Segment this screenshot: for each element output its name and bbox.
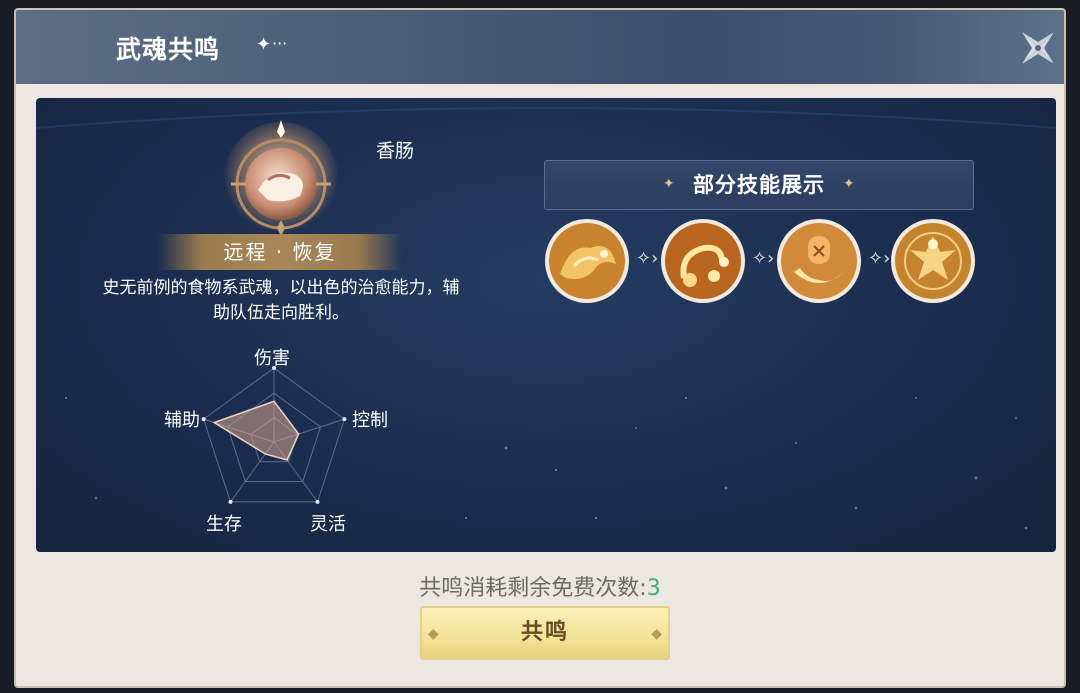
cost-value: 3 bbox=[646, 576, 661, 601]
resonate-button[interactable]: ◆ 共鸣 ◆ bbox=[420, 606, 670, 660]
resonate-button-label: 共鸣 bbox=[520, 620, 569, 645]
skills-section-header: 部分技能展示 ✦ ✦ bbox=[544, 160, 974, 210]
skill-rune-vortex-icon[interactable] bbox=[776, 218, 862, 304]
hero-name: 香肠 bbox=[376, 140, 415, 162]
title-more-dots: ··· bbox=[272, 34, 288, 53]
skill-chain-arrow-3: ✧› bbox=[868, 248, 891, 269]
skill-swirl-fireball-icon[interactable] bbox=[660, 218, 746, 304]
close-x-icon bbox=[1022, 32, 1054, 64]
skill-chain-arrow-2: ✧› bbox=[752, 248, 775, 269]
sausage-spirit-emblem-icon bbox=[216, 118, 346, 238]
skills-title-left-deco: ✦ bbox=[663, 176, 675, 192]
skills-title: 部分技能展示 bbox=[693, 173, 825, 197]
dialog-header: 武魂共鸣 ✦ ··· bbox=[16, 10, 1064, 84]
dialog-title: 武魂共鸣 bbox=[116, 35, 221, 64]
skill-chain-arrow-1: ✧› bbox=[636, 248, 659, 269]
hero-description: 史无前例的食物系武魂，以出色的治愈能力，辅助队伍走向胜利。 bbox=[102, 278, 460, 323]
skill-flame-beast-icon[interactable] bbox=[544, 218, 630, 304]
role-text: 远程 · 恢复 bbox=[223, 240, 337, 264]
skill-golden-guardian-icon[interactable] bbox=[890, 218, 976, 304]
skills-title-right-deco: ✦ bbox=[843, 176, 855, 192]
hero-info-panel: 香肠 远程 · 恢复 史无前例的食物系武魂，以出色的治愈能力，辅助队伍走向胜利。… bbox=[36, 98, 1056, 552]
close-button[interactable] bbox=[1018, 28, 1058, 68]
radar-vertex-support bbox=[201, 417, 206, 422]
stat-label-control: 控制 bbox=[352, 410, 388, 431]
role-banner: 远程 · 恢复 bbox=[158, 234, 402, 270]
stat-label-damage: 伤害 bbox=[254, 348, 290, 369]
radar-vertex-agility bbox=[315, 499, 320, 504]
resonance-dialog: 武魂共鸣 ✦ ··· 香肠 远程 · 恢复 史无前例的食物系武魂，以出色的治愈能… bbox=[14, 8, 1066, 688]
radar-vertex-survival bbox=[228, 499, 233, 504]
title-sparkle-icon: ✦ bbox=[256, 34, 272, 55]
stat-label-agility: 灵活 bbox=[310, 514, 346, 535]
button-right-cap-icon: ◆ bbox=[651, 626, 662, 642]
stat-label-survival: 生存 bbox=[206, 514, 242, 535]
cost-label: 共鸣消耗剩余免费次数: bbox=[419, 576, 647, 601]
stat-label-support: 辅助 bbox=[164, 410, 200, 431]
free-resonance-counter: 共鸣消耗剩余免费次数:3 bbox=[16, 570, 1064, 602]
radar-vertex-control bbox=[342, 417, 347, 422]
